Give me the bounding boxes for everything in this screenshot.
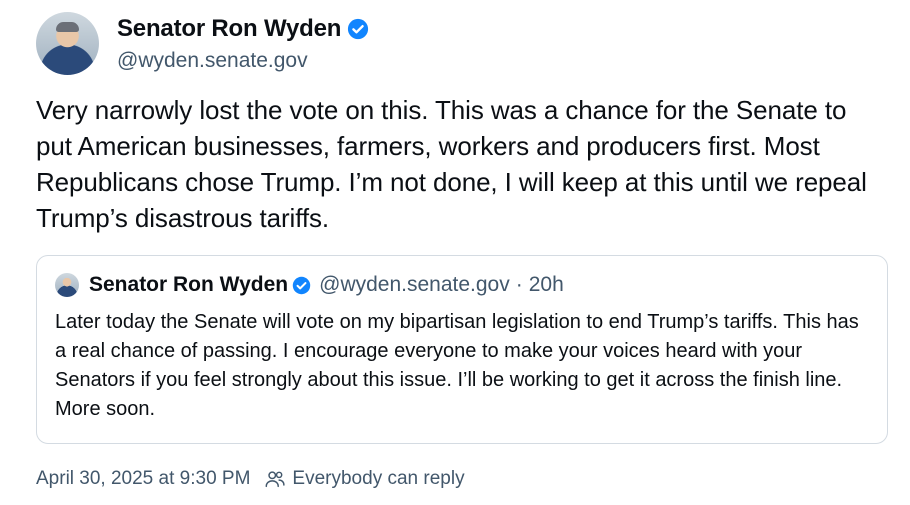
quoted-verified-badge-icon (292, 276, 311, 295)
post-timestamp[interactable]: April 30, 2025 at 9:30 PM (36, 468, 250, 490)
people-icon (264, 468, 286, 490)
quoted-post[interactable]: Senator Ron Wyden @wyden.senate.gov · 20… (36, 255, 888, 444)
quoted-post-time[interactable]: 20h (529, 273, 564, 297)
author-handle[interactable]: @wyden.senate.gov (117, 46, 369, 76)
quoted-author-display-name[interactable]: Senator Ron Wyden (89, 273, 288, 297)
quoted-author-handle[interactable]: @wyden.senate.gov (319, 273, 510, 297)
author-display-name[interactable]: Senator Ron Wyden (117, 14, 341, 44)
reply-setting[interactable]: Everybody can reply (292, 468, 464, 490)
quoted-author-avatar[interactable] (55, 273, 79, 297)
author-names: Senator Ron Wyden @wyden.senate.gov (117, 14, 369, 76)
quoted-post-header: Senator Ron Wyden @wyden.senate.gov · 20… (55, 273, 564, 297)
post-card: Senator Ron Wyden @wyden.senate.gov Very… (0, 0, 910, 505)
author-avatar[interactable] (36, 12, 99, 75)
author-name-row: Senator Ron Wyden (117, 14, 369, 44)
verified-badge-icon[interactable] (347, 18, 369, 40)
quoted-separator: · (515, 273, 523, 296)
post-text: Very narrowly lost the vote on this. Thi… (36, 95, 867, 233)
quoted-post-text: Later today the Senate will vote on my b… (55, 311, 859, 420)
post-header: Senator Ron Wyden @wyden.senate.gov (36, 12, 369, 76)
post-footer: April 30, 2025 at 9:30 PM Everybody can … (36, 468, 465, 490)
